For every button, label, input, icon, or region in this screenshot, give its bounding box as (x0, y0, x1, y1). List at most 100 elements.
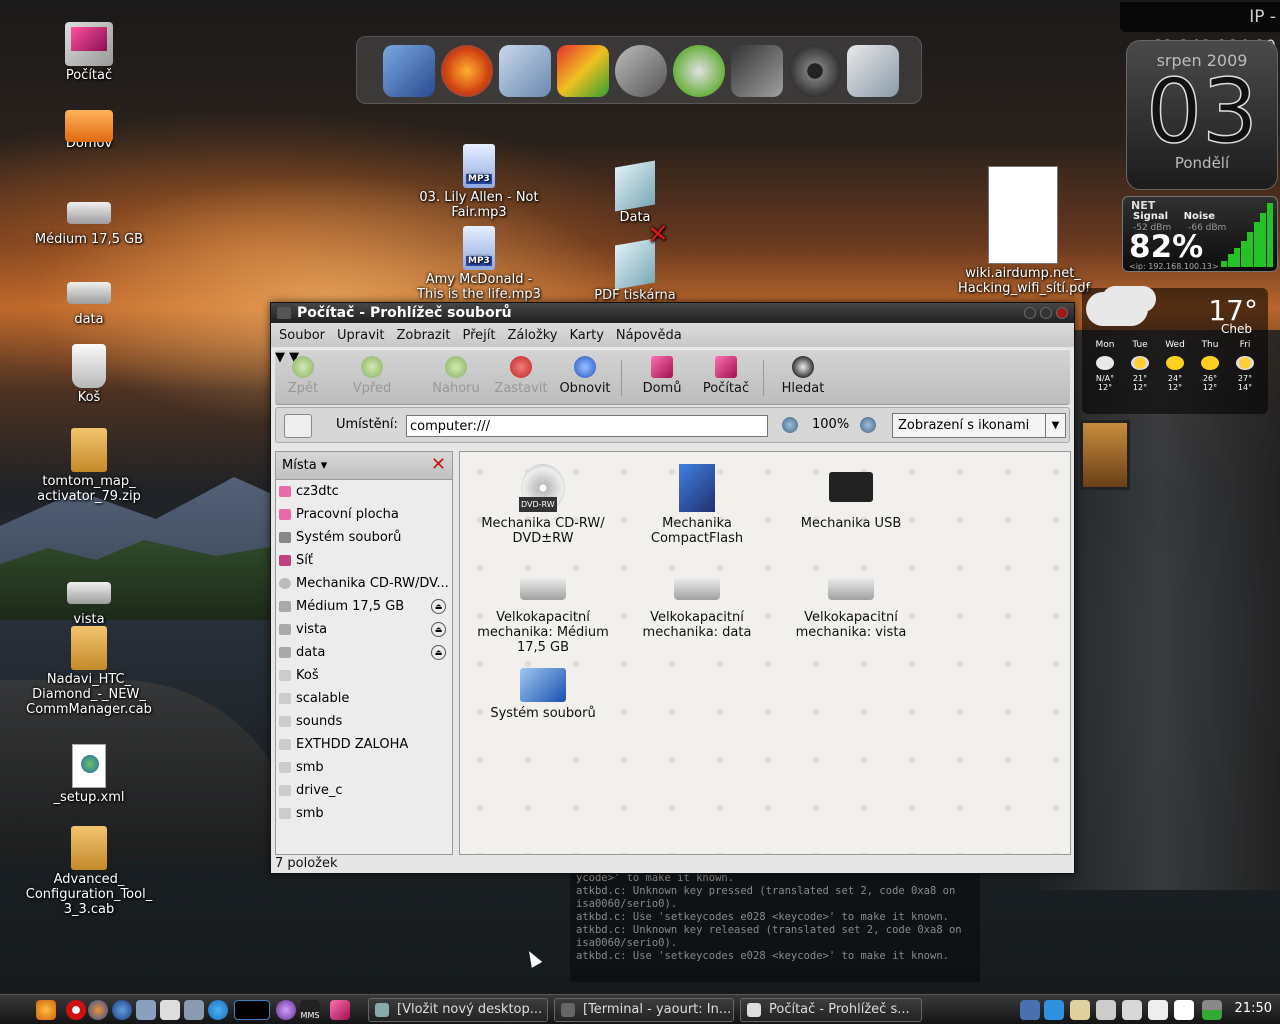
music-player-icon[interactable] (673, 45, 725, 97)
signal-icon[interactable] (1202, 1000, 1222, 1020)
desktop-icon-amy-mp3[interactable]: Amy McDonald - This is the life.mp3 (414, 226, 544, 302)
sidebar-header[interactable]: Místa ▾ ✕ (276, 452, 452, 480)
back-button[interactable]: Zpět (283, 356, 323, 396)
computer-button[interactable]: Počítač (701, 356, 751, 396)
mail-stamp-icon[interactable] (499, 45, 551, 97)
window-menu-icon[interactable] (277, 307, 291, 319)
minimize-button[interactable] (1024, 307, 1036, 319)
menu-tabs[interactable]: Karty (569, 328, 603, 343)
notes-icon[interactable] (1070, 1000, 1090, 1020)
sidebar-item-bookmark[interactable]: sounds (276, 710, 452, 733)
sidebar-item-bookmark[interactable]: scalable (276, 687, 452, 710)
file-item-filesystem[interactable]: Systém souborů (468, 664, 618, 721)
stop-button[interactable]: Zastavit (493, 356, 549, 396)
file-item-usb[interactable]: Mechanika USB (776, 464, 926, 531)
up-button[interactable]: Nahoru (431, 356, 481, 396)
desktop-icon-advanced-cab[interactable]: Advanced_ Configuration_Tool_ 3_3.cab (24, 826, 154, 917)
menu-help[interactable]: Nápověda (616, 328, 682, 343)
close-button[interactable] (1056, 307, 1068, 319)
opera-icon[interactable] (66, 1000, 86, 1020)
file-item-medium[interactable]: Velkokapacitní mechanika: Médium 17,5 GB (468, 562, 618, 655)
desktop-icon-medium[interactable]: Médium 17,5 GB (24, 186, 154, 247)
network-manager-icon[interactable] (1020, 1000, 1040, 1020)
location-input[interactable] (406, 415, 768, 437)
sidebar-item-medium[interactable]: Médium 17,5 GB ⏏ (276, 595, 452, 618)
home-button[interactable]: Domů (639, 356, 685, 396)
desktop-icon-tomtom-zip[interactable]: tomtom_map_ activator_79.zip (24, 428, 154, 504)
sidebar-item-filesystem[interactable]: Systém souborů (276, 526, 452, 549)
skype-icon[interactable] (208, 1000, 228, 1020)
sidebar-item-desktop[interactable]: Pracovní plocha (276, 503, 452, 526)
desktop-icon-computer[interactable]: Počítač (24, 22, 154, 83)
video-editor-icon[interactable] (731, 45, 783, 97)
eject-icon[interactable]: ⏏ (431, 622, 446, 637)
network-icon[interactable] (184, 1000, 204, 1020)
sidebar-item-bookmark[interactable]: drive_c (276, 779, 452, 802)
kopete-icon[interactable] (1044, 1000, 1064, 1020)
filesystem-icon (520, 668, 566, 702)
desktop-icon-htc-cab[interactable]: Nadavi_HTC_ Diamond_-_NEW_ CommManager.c… (24, 626, 154, 717)
office-icon[interactable] (557, 45, 609, 97)
clock[interactable]: 21:50 (1235, 1001, 1272, 1016)
task-button-desktop[interactable]: [Vložit nový desktop... (368, 998, 548, 1022)
sidebar-item-home[interactable]: cz3dtc (276, 480, 452, 503)
search-button[interactable]: Hledat (779, 356, 827, 396)
desktop-icon-pdf-printer[interactable]: ✕ PDF tiskárna (570, 218, 700, 303)
sidebar-item-vista[interactable]: vista ⏏ (276, 618, 452, 641)
sidebar-item-data[interactable]: data ⏏ (276, 641, 452, 664)
task-button-terminal[interactable]: [Terminal - yaourt: In... (554, 998, 734, 1022)
sidebar-item-cdrom[interactable]: Mechanika CD-RW/DV... (276, 572, 452, 595)
app-menu-icon[interactable] (36, 1000, 56, 1020)
file-item-data-drive[interactable]: Velkokapacitní mechanika: data (622, 562, 772, 640)
file-item-vista[interactable]: Velkokapacitní mechanika: vista (776, 562, 926, 640)
toggle-location-button[interactable] (284, 414, 312, 438)
desktop-icon-lily-mp3[interactable]: 03. Lily Allen - Not Fair.mp3 (414, 144, 544, 220)
film-reel-icon[interactable] (789, 45, 841, 97)
window-titlebar[interactable]: Počítač - Prohlížeč souborů (271, 303, 1074, 323)
zoom-in-icon[interactable] (860, 417, 876, 433)
menu-edit[interactable]: Upravit (337, 328, 384, 343)
desktop-icon-data-folder[interactable]: Data (570, 160, 700, 225)
firefox-icon[interactable] (441, 45, 493, 97)
desktop-icon-data[interactable]: data (24, 266, 154, 327)
sidebar-item-bookmark[interactable]: smb (276, 802, 452, 825)
tools-icon[interactable] (1174, 1000, 1194, 1020)
zoom-out-icon[interactable] (782, 417, 798, 433)
firefox-icon[interactable] (88, 1000, 108, 1020)
pidgin-icon[interactable] (276, 1000, 296, 1020)
desktop-icon-home[interactable]: Domov (24, 102, 154, 151)
view-mode-select[interactable]: Zobrazení s ikonami ▼ (892, 413, 1066, 438)
laptop-icon[interactable] (1122, 1000, 1142, 1020)
menu-go[interactable]: Přejít (462, 328, 495, 343)
forward-button[interactable]: Vpřed (349, 356, 395, 396)
close-sidebar-icon[interactable]: ✕ (431, 454, 446, 475)
sidebar-item-trash[interactable]: Koš (276, 664, 452, 687)
reload-button[interactable]: Obnovit (559, 356, 611, 396)
sidebar-item-bookmark[interactable]: smb (276, 756, 452, 779)
desktop-icon-setup-xml[interactable]: _setup.xml (24, 744, 154, 805)
eject-icon[interactable]: ⏏ (431, 645, 446, 660)
task-button-file-manager[interactable]: Počítač - Prohlížeč s... (740, 998, 922, 1022)
gimp-icon[interactable] (615, 45, 667, 97)
desktop-icon-wiki-pdf[interactable]: wiki.airdump.net_ Hacking_wifi_sítí.pdf (958, 166, 1090, 296)
sidebar-item-network[interactable]: Síť (276, 549, 452, 572)
calculator-icon[interactable] (136, 1000, 156, 1020)
eject-icon[interactable]: ⏏ (431, 599, 446, 614)
maximize-button[interactable] (1040, 307, 1052, 319)
calculator-icon[interactable] (847, 45, 899, 97)
file-item-compactflash[interactable]: Mechanika CompactFlash (622, 464, 772, 546)
sidebar-item-bookmark[interactable]: EXTHDD ZALOHA (276, 733, 452, 756)
terminal-icon[interactable] (160, 1000, 180, 1020)
printer-icon[interactable] (1096, 1000, 1116, 1020)
desktop-icon-trash[interactable]: Koš (24, 344, 154, 405)
menu-bookmarks[interactable]: Záložky (507, 328, 557, 343)
mms-icon[interactable]: MMS (300, 1000, 320, 1020)
clipboard-icon[interactable] (1148, 1000, 1168, 1020)
file-item-cdrom[interactable]: DVD-RW Mechanika CD-RW/ DVD±RW (468, 464, 618, 546)
globe-icon[interactable] (112, 1000, 132, 1020)
menu-file[interactable]: Soubor (279, 328, 325, 343)
desktop-icon-vista[interactable]: vista (24, 566, 154, 627)
menu-view[interactable]: Zobrazit (396, 328, 450, 343)
computer-icon[interactable] (330, 1000, 350, 1020)
settings-monitor-icon[interactable] (383, 45, 435, 97)
